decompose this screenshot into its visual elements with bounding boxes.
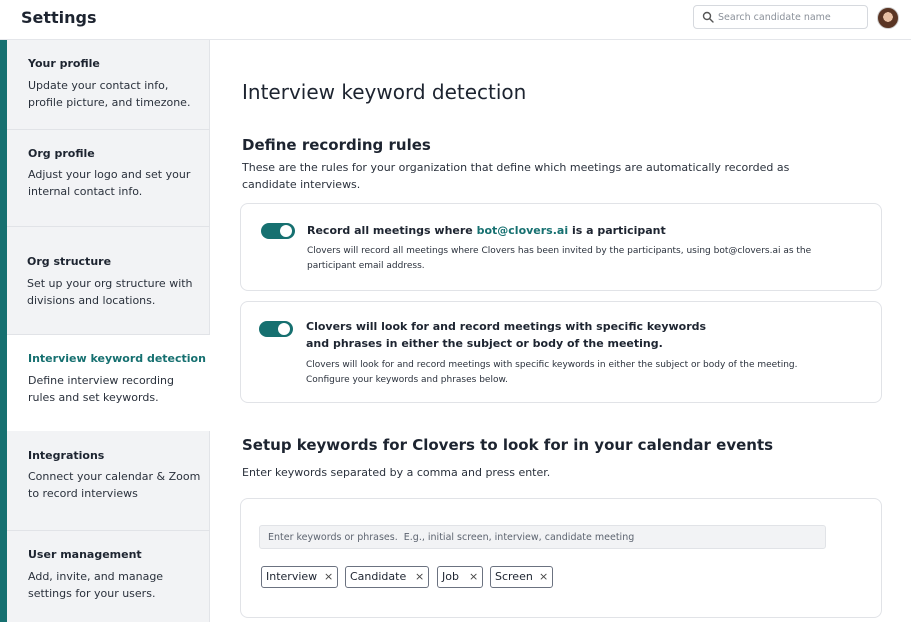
app-title: Settings [21, 8, 97, 27]
keyword-chip: Candidate × [345, 566, 429, 588]
sidebar-item-desc: Update your contact info, profile pictur… [28, 79, 191, 109]
rule-card-participant: Record all meetings where bot@clovers.ai… [240, 203, 882, 291]
keywords-heading: Setup keywords for Clovers to look for i… [242, 436, 774, 454]
search-box[interactable] [693, 5, 868, 29]
keyword-chip: Job × [437, 566, 483, 588]
page-title: Interview keyword detection [242, 80, 527, 104]
keywords-description: Enter keywords separated by a comma and … [242, 466, 551, 479]
rule-card-keywords: Clovers will look for and record meeting… [240, 301, 882, 403]
sidebar-item-interview-keyword-detection[interactable]: Interview keyword detection Define inter… [7, 335, 210, 431]
sidebar-item-desc: Define interview recording rules and set… [28, 374, 175, 404]
rules-description: These are the rules for your organizatio… [242, 161, 790, 191]
sidebar-item-title: Your profile [28, 57, 100, 70]
sidebar-item-title: Integrations [28, 449, 105, 462]
top-bar: Settings [0, 0, 911, 40]
sidebar-item-org-structure[interactable]: Org structure Set up your org structure … [7, 227, 210, 335]
sidebar-accent-bar [0, 40, 7, 622]
rule-toggle-participant[interactable] [261, 223, 295, 239]
remove-keyword-icon[interactable]: × [324, 570, 333, 583]
rule-title-suffix: is a participant [568, 224, 666, 237]
sidebar-item-title: Org profile [28, 147, 95, 160]
toggle-knob [278, 323, 290, 335]
sidebar-item-title: Interview keyword detection [28, 352, 206, 365]
user-avatar[interactable] [877, 7, 899, 29]
sidebar-item-desc: Add, invite, and manage settings for you… [28, 570, 164, 600]
remove-keyword-icon[interactable]: × [415, 570, 424, 583]
rule-desc-participant: Clovers will record all meetings where C… [307, 246, 812, 271]
bot-email-highlight: bot@clovers.ai [476, 224, 569, 237]
sidebar-item-desc: Set up your org structure with divisions… [27, 277, 193, 307]
sidebar-item-title: Org structure [27, 255, 112, 268]
keywords-input[interactable] [268, 529, 818, 546]
toggle-knob [280, 225, 292, 237]
remove-keyword-icon[interactable]: × [469, 570, 478, 583]
rule-title-keywords: Clovers will look for and record meeting… [306, 320, 707, 350]
sidebar-item-integrations[interactable]: Integrations Connect your calendar & Zoo… [7, 431, 210, 531]
keyword-chip-label: Screen [495, 570, 533, 583]
sidebar: Your profile Update your contact info, p… [7, 40, 210, 622]
keyword-chip-label: Interview [266, 570, 318, 583]
rule-title-participant: Record all meetings where bot@clovers.ai… [307, 222, 666, 239]
rule-title-prefix: Record all meetings where [307, 224, 477, 237]
sidebar-item-desc: Connect your calendar & Zoom to record i… [28, 470, 201, 500]
keywords-input-box[interactable] [259, 525, 826, 549]
sidebar-item-user-management[interactable]: User management Add, invite, and manage … [7, 531, 210, 622]
sidebar-item-title: User management [28, 548, 142, 561]
sidebar-item-your-profile[interactable]: Your profile Update your contact info, p… [7, 40, 210, 130]
sidebar-item-org-profile[interactable]: Org profile Adjust your logo and set you… [7, 130, 210, 227]
search-input[interactable] [718, 8, 864, 26]
rules-heading: Define recording rules [242, 136, 431, 154]
sidebar-item-desc: Adjust your logo and set your internal c… [28, 168, 191, 198]
keyword-chip-label: Job [442, 570, 459, 583]
remove-keyword-icon[interactable]: × [539, 570, 548, 583]
keyword-chip-label: Candidate [350, 570, 407, 583]
rule-desc-keywords: Clovers will look for and record meeting… [306, 360, 798, 385]
search-icon [702, 11, 714, 23]
keyword-chip: Interview × [261, 566, 338, 588]
rule-toggle-keywords[interactable] [259, 321, 293, 337]
keywords-card [240, 498, 882, 618]
keyword-chip: Screen × [490, 566, 553, 588]
